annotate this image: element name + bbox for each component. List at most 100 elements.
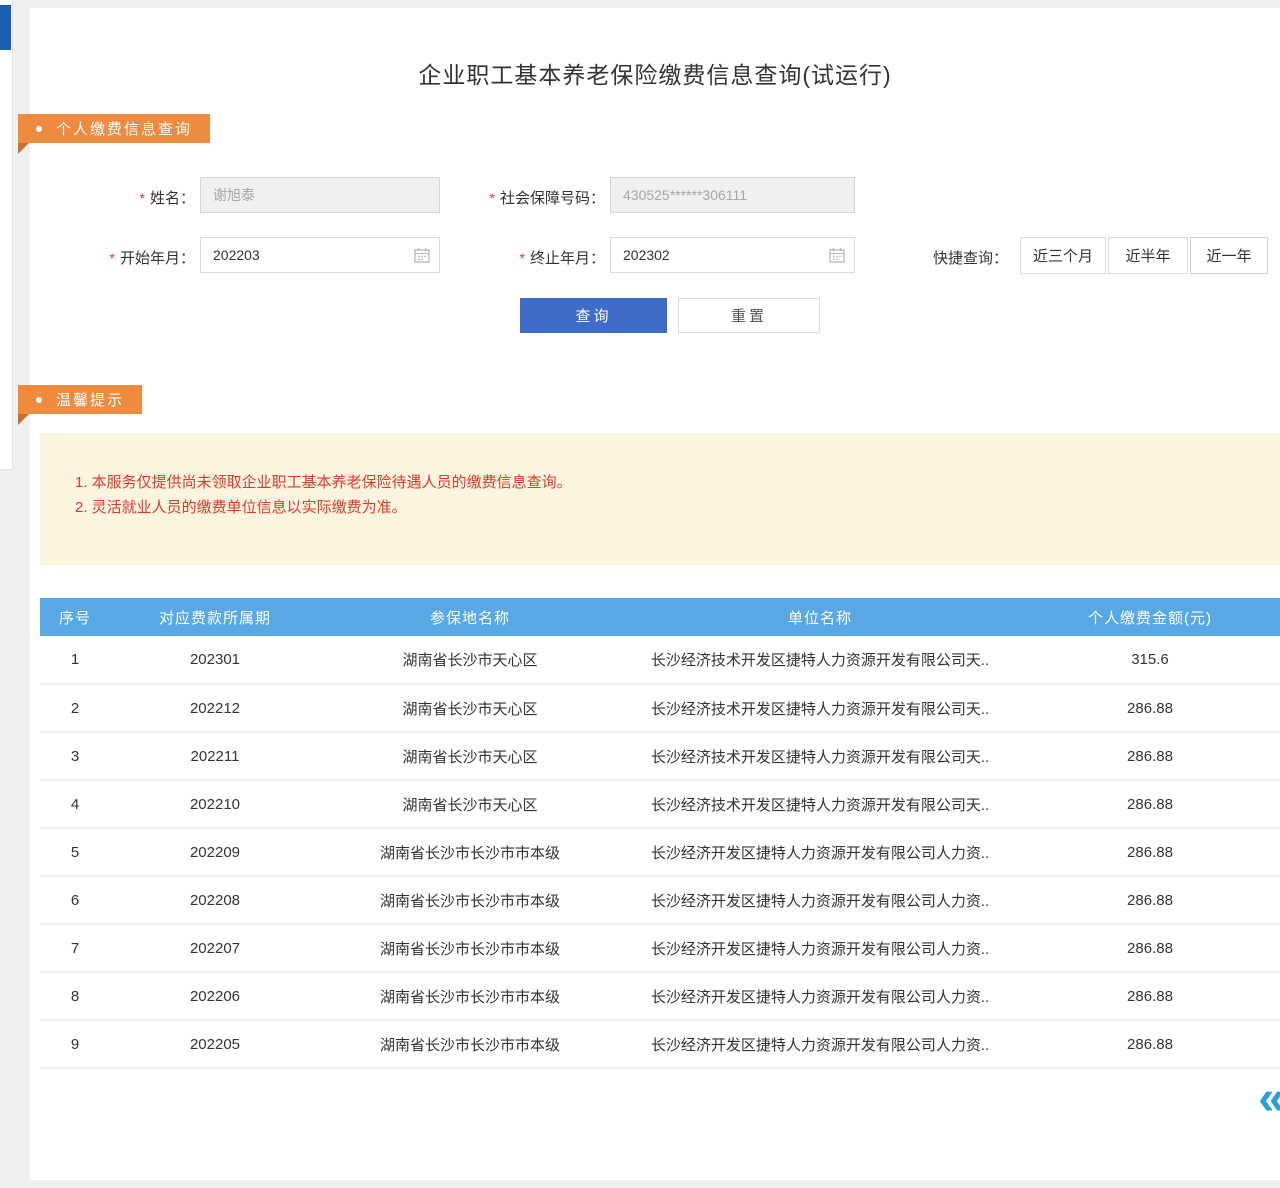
- page: 企业职工基本养老保险缴费信息查询(试运行) 个人缴费信息查询 *姓名： *社会保…: [0, 0, 1280, 1188]
- section-badge-label: 温馨提示: [56, 389, 124, 410]
- reset-button[interactable]: 重置: [678, 298, 820, 333]
- ssn-label: *社会保障号码：: [430, 187, 605, 208]
- quick-query-label: 快捷查询：: [933, 247, 1008, 268]
- cell-company: 长沙经济技术开发区捷特人力资源开发有限公司天..: [620, 732, 1020, 780]
- cell-period: 202212: [110, 684, 320, 732]
- cell-amount: 286.88: [1020, 828, 1280, 876]
- bullet-icon: [36, 126, 42, 132]
- cell-company: 长沙经济技术开发区捷特人力资源开发有限公司天..: [620, 780, 1020, 828]
- start-month-label: *开始年月：: [60, 247, 195, 268]
- ssn-field-wrap: [610, 177, 855, 213]
- quick-last-year-button[interactable]: 近一年: [1190, 237, 1268, 274]
- col-header-period: 对应费款所属期: [110, 598, 320, 636]
- required-asterisk: *: [490, 190, 495, 206]
- col-header-seq: 序号: [40, 598, 110, 636]
- left-rail: [0, 0, 13, 470]
- cell-area: 湖南省长沙市天心区: [320, 636, 620, 684]
- query-button[interactable]: 查询: [520, 298, 667, 333]
- cell-area: 湖南省长沙市长沙市市本级: [320, 876, 620, 924]
- table-row: 9202205湖南省长沙市长沙市市本级长沙经济开发区捷特人力资源开发有限公司人力…: [40, 1020, 1280, 1068]
- table-row: 8202206湖南省长沙市长沙市市本级长沙经济开发区捷特人力资源开发有限公司人力…: [40, 972, 1280, 1020]
- cell-amount: 286.88: [1020, 1020, 1280, 1068]
- cell-amount: 286.88: [1020, 924, 1280, 972]
- table-header-row: 序号 对应费款所属期 参保地名称 单位名称 个人缴费金额(元): [40, 598, 1280, 636]
- cell-area: 湖南省长沙市长沙市市本级: [320, 1020, 620, 1068]
- cell-seq: 6: [40, 876, 110, 924]
- end-month-input[interactable]: [610, 237, 855, 273]
- cell-company: 长沙经济技术开发区捷特人力资源开发有限公司天..: [620, 684, 1020, 732]
- sidebar-blue-tab[interactable]: [0, 5, 11, 50]
- cell-company: 长沙经济开发区捷特人力资源开发有限公司人力资..: [620, 876, 1020, 924]
- start-month-field-wrap: [200, 237, 440, 273]
- cell-amount: 286.88: [1020, 972, 1280, 1020]
- notice-line-2: 2. 灵活就业人员的缴费单位信息以实际缴费为准。: [75, 495, 1280, 520]
- ssn-input[interactable]: [610, 177, 855, 213]
- required-asterisk: *: [140, 190, 145, 206]
- cell-seq: 2: [40, 684, 110, 732]
- quick-last-half-year-button[interactable]: 近半年: [1108, 237, 1188, 274]
- cell-amount: 286.88: [1020, 684, 1280, 732]
- end-month-field-wrap: [610, 237, 855, 273]
- cell-seq: 9: [40, 1020, 110, 1068]
- name-field-wrap: [200, 177, 440, 213]
- col-header-company: 单位名称: [620, 598, 1020, 636]
- cell-amount: 286.88: [1020, 876, 1280, 924]
- cell-company: 长沙经济开发区捷特人力资源开发有限公司人力资..: [620, 924, 1020, 972]
- table-row: 1202301湖南省长沙市天心区长沙经济技术开发区捷特人力资源开发有限公司天..…: [40, 636, 1280, 684]
- cell-area: 湖南省长沙市天心区: [320, 732, 620, 780]
- cell-area: 湖南省长沙市长沙市市本级: [320, 972, 620, 1020]
- table-row: 5202209湖南省长沙市长沙市市本级长沙经济开发区捷特人力资源开发有限公司人力…: [40, 828, 1280, 876]
- cell-period: 202210: [110, 780, 320, 828]
- table-body: 1202301湖南省长沙市天心区长沙经济技术开发区捷特人力资源开发有限公司天..…: [40, 636, 1280, 1068]
- table-row: 2202212湖南省长沙市天心区长沙经济技术开发区捷特人力资源开发有限公司天..…: [40, 684, 1280, 732]
- cell-area: 湖南省长沙市长沙市市本级: [320, 828, 620, 876]
- section-badge-tips: 温馨提示: [18, 385, 142, 414]
- cell-seq: 8: [40, 972, 110, 1020]
- cell-area: 湖南省长沙市长沙市市本级: [320, 924, 620, 972]
- table-row: 3202211湖南省长沙市天心区长沙经济技术开发区捷特人力资源开发有限公司天..…: [40, 732, 1280, 780]
- required-asterisk: *: [520, 250, 525, 266]
- cell-amount: 315.6: [1020, 636, 1280, 684]
- table-row: 6202208湖南省长沙市长沙市市本级长沙经济开发区捷特人力资源开发有限公司人力…: [40, 876, 1280, 924]
- cell-amount: 286.88: [1020, 732, 1280, 780]
- section-badge-personal-query: 个人缴费信息查询: [18, 114, 210, 143]
- cell-period: 202209: [110, 828, 320, 876]
- cell-amount: 286.88: [1020, 780, 1280, 828]
- cell-period: 202301: [110, 636, 320, 684]
- notice-line-1: 1. 本服务仅提供尚未领取企业职工基本养老保险待遇人员的缴费信息查询。: [75, 470, 1280, 495]
- cell-period: 202205: [110, 1020, 320, 1068]
- table-row: 7202207湖南省长沙市长沙市市本级长沙经济开发区捷特人力资源开发有限公司人力…: [40, 924, 1280, 972]
- bullet-icon: [36, 397, 42, 403]
- cell-period: 202211: [110, 732, 320, 780]
- cell-company: 长沙经济开发区捷特人力资源开发有限公司人力资..: [620, 828, 1020, 876]
- cell-period: 202208: [110, 876, 320, 924]
- required-asterisk: *: [110, 250, 115, 266]
- page-title: 企业职工基本养老保险缴费信息查询(试运行): [30, 56, 1280, 90]
- cell-seq: 4: [40, 780, 110, 828]
- cell-area: 湖南省长沙市天心区: [320, 780, 620, 828]
- name-label: *姓名：: [60, 187, 195, 208]
- name-input[interactable]: [200, 177, 440, 213]
- cell-period: 202207: [110, 924, 320, 972]
- cell-seq: 7: [40, 924, 110, 972]
- cell-seq: 1: [40, 636, 110, 684]
- start-month-input[interactable]: [200, 237, 440, 273]
- cell-company: 长沙经济开发区捷特人力资源开发有限公司人力资..: [620, 972, 1020, 1020]
- cell-seq: 3: [40, 732, 110, 780]
- ribbon-fold: [18, 143, 29, 154]
- col-header-amount: 个人缴费金额(元): [1020, 598, 1280, 636]
- cell-period: 202206: [110, 972, 320, 1020]
- cell-company: 长沙经济开发区捷特人力资源开发有限公司人力资..: [620, 1020, 1020, 1068]
- notice-box: 1. 本服务仅提供尚未领取企业职工基本养老保险待遇人员的缴费信息查询。 2. 灵…: [40, 433, 1280, 565]
- col-header-area: 参保地名称: [320, 598, 620, 636]
- section-badge-label: 个人缴费信息查询: [56, 118, 192, 139]
- cell-seq: 5: [40, 828, 110, 876]
- cell-company: 长沙经济技术开发区捷特人力资源开发有限公司天..: [620, 636, 1020, 684]
- quick-last-3-months-button[interactable]: 近三个月: [1020, 237, 1106, 274]
- ribbon-fold: [18, 414, 29, 425]
- payment-table: 序号 对应费款所属期 参保地名称 单位名称 个人缴费金额(元) 1202301湖…: [40, 598, 1280, 1069]
- cell-area: 湖南省长沙市天心区: [320, 684, 620, 732]
- end-month-label: *终止年月：: [470, 247, 605, 268]
- table-row: 4202210湖南省长沙市天心区长沙经济技术开发区捷特人力资源开发有限公司天..…: [40, 780, 1280, 828]
- double-left-chevron-icon[interactable]: «: [1258, 1075, 1280, 1123]
